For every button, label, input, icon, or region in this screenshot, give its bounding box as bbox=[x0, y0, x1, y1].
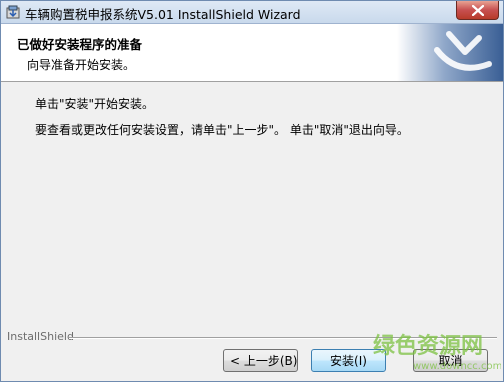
close-icon bbox=[472, 5, 484, 16]
settings-instruction: 要查看或更改任何安装设置，请单击"上一步"。 单击"取消"退出向导。 bbox=[35, 123, 409, 137]
title-bar[interactable]: 车辆购置税申报系统V5.01 InstallShield Wizard bbox=[1, 1, 503, 24]
header-banner: 已做好安装程序的准备 向导准备开始安装。 bbox=[1, 24, 503, 82]
installshield-logo-icon bbox=[397, 24, 503, 81]
footer-divider bbox=[69, 337, 497, 339]
installer-window: 车辆购置税申报系统V5.01 InstallShield Wizard 已做好安… bbox=[0, 0, 504, 382]
install-instruction: 单击"安装"开始安装。 bbox=[35, 97, 155, 111]
install-button[interactable]: 安装(I) bbox=[311, 349, 386, 372]
header-subtitle: 向导准备开始安装。 bbox=[27, 58, 136, 72]
header-title: 已做好安装程序的准备 bbox=[17, 37, 143, 52]
close-button[interactable] bbox=[456, 1, 499, 20]
cancel-button[interactable]: 取消 bbox=[413, 349, 488, 372]
back-button[interactable]: < 上一步(B) bbox=[223, 349, 298, 372]
window-title: 车辆购置税申报系统V5.01 InstallShield Wizard bbox=[25, 7, 301, 22]
installer-icon bbox=[6, 5, 20, 19]
installshield-brand-label: InstallShield bbox=[7, 330, 74, 343]
